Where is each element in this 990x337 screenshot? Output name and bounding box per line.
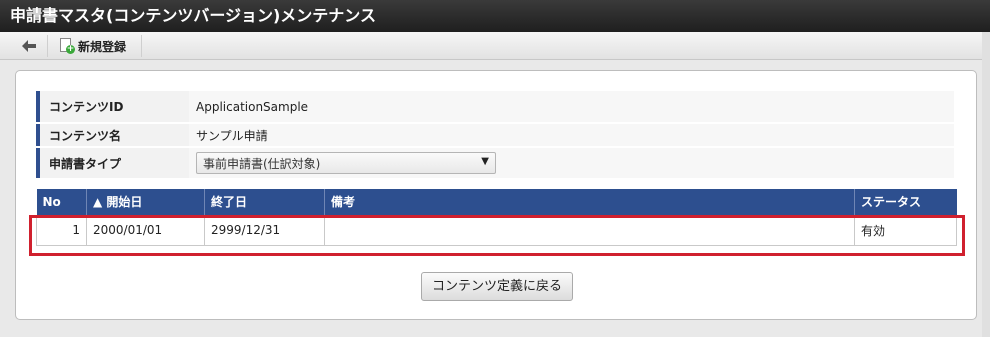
table-header-row: No ▲ 開始日 終了日 備考 ステータス [36, 189, 957, 215]
arrow-left-icon [21, 40, 36, 52]
content-panel: コンテンツID ApplicationSample コンテンツ名 サンプル申請 … [15, 70, 977, 320]
content-name-label: コンテンツ名 [36, 124, 184, 146]
content-id-value: ApplicationSample [189, 91, 954, 122]
new-register-button[interactable]: + 新規登録 [50, 35, 142, 57]
back-to-content-definition-button[interactable]: コンテンツ定義に戻る [421, 272, 573, 301]
scrollbar[interactable] [982, 32, 990, 337]
new-register-label: 新規登録 [78, 39, 127, 54]
column-header-no[interactable]: No [36, 189, 87, 215]
column-header-status[interactable]: ステータス [854, 189, 957, 215]
column-header-note[interactable]: 備考 [324, 189, 855, 215]
toolbar: + 新規登録 [0, 32, 990, 60]
application-type-label: 申請書タイプ [36, 148, 184, 178]
form-row-content-name: コンテンツ名 サンプル申請 [36, 124, 954, 146]
content-id-label: コンテンツID [36, 91, 184, 122]
content-name-value: サンプル申請 [189, 124, 954, 146]
form-row-content-id: コンテンツID ApplicationSample [36, 91, 954, 122]
form-row-application-type: 申請書タイプ 事前申請書(仕訳対象) ▼ [36, 148, 954, 178]
page-title: 申請書マスタ(コンテンツバージョン)メンテナンス [0, 0, 990, 32]
column-header-start-date[interactable]: ▲ 開始日 [86, 189, 205, 215]
new-document-icon: + [60, 38, 75, 54]
dropdown-arrow-icon: ▼ [481, 156, 489, 167]
back-button[interactable] [10, 35, 48, 57]
application-type-selected: 事前申請書(仕訳対象) [203, 156, 321, 171]
row-highlight-box [29, 215, 965, 256]
column-header-end-date[interactable]: 終了日 [204, 189, 325, 215]
application-type-select[interactable]: 事前申請書(仕訳対象) ▼ [196, 152, 496, 174]
